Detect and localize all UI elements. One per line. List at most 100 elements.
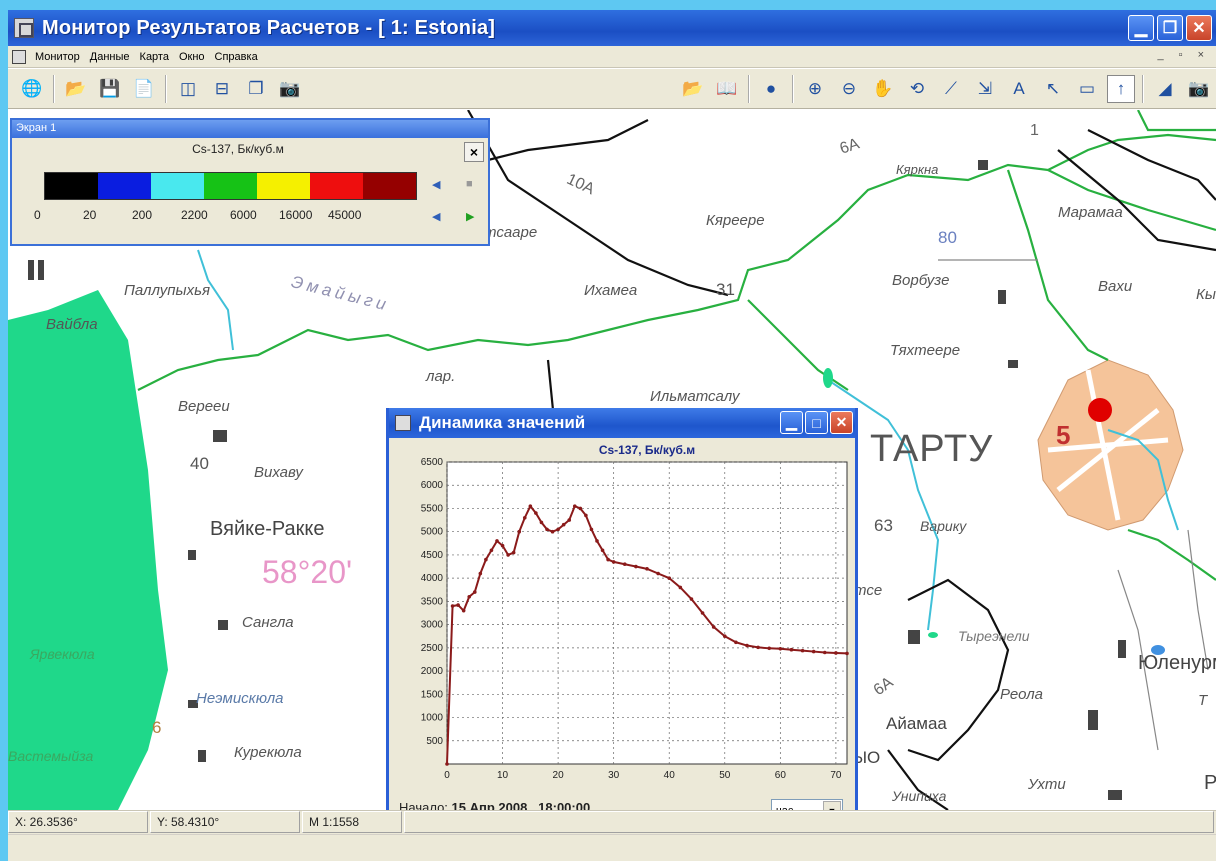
- toolbar: 🌐 📂 💾 📄 ◫ ⊟ ❐ 📷 📂 📖 ● ⊕ ⊖ ✋ ⟲ ⟋ ⇲ A ↖ ▭ …: [8, 69, 1216, 109]
- legend-threshold: 0: [34, 208, 41, 222]
- data-point: [778, 646, 783, 651]
- toolbar-separator: [792, 75, 794, 103]
- legend-swatches: [44, 172, 417, 200]
- maximize-button[interactable]: ❐: [1157, 15, 1183, 41]
- map-label: Юленурме: [1138, 652, 1216, 674]
- menu-window[interactable]: Окно: [174, 51, 210, 63]
- data-point: [578, 506, 583, 511]
- y-tick-label: 2500: [421, 643, 444, 654]
- data-point: [689, 597, 694, 601]
- tile-horizontal-icon[interactable]: ⊟: [208, 75, 236, 103]
- select-object-icon[interactable]: ⇲: [971, 75, 999, 103]
- globe-icon[interactable]: 🌐: [18, 75, 46, 103]
- menu-map[interactable]: Карта: [135, 51, 174, 63]
- screen-panel-title: Экран 1: [12, 120, 488, 138]
- map-label: Курекюла: [234, 744, 302, 761]
- legend-swatch: [204, 173, 257, 199]
- data-point: [789, 647, 794, 652]
- data-point: [711, 625, 716, 629]
- minimize-button[interactable]: ▁: [1128, 15, 1154, 41]
- data-point: [811, 649, 816, 654]
- legend-threshold: 6000: [230, 208, 257, 222]
- mdi-controls[interactable]: _ ▫ ×: [1157, 49, 1210, 61]
- document-icon[interactable]: [12, 49, 26, 64]
- camera-icon[interactable]: 📷: [276, 75, 304, 103]
- minimize-button[interactable]: ▁: [780, 411, 803, 434]
- data-point: [611, 560, 616, 564]
- map-label: Ярвекюла: [30, 646, 95, 662]
- map-label: тсааре: [484, 224, 538, 241]
- y-tick-label: 5000: [421, 527, 444, 538]
- arrow-up-icon[interactable]: ↑: [1107, 75, 1135, 103]
- save-icon[interactable]: 💾: [96, 75, 124, 103]
- menu-help[interactable]: Справка: [210, 51, 263, 63]
- book-icon[interactable]: 📖: [713, 75, 741, 103]
- bottom-bar: [8, 834, 1216, 861]
- camera-icon[interactable]: 📷: [1185, 75, 1213, 103]
- stop-icon[interactable]: ■: [466, 178, 473, 190]
- menu-monitor[interactable]: Монитор: [30, 51, 85, 63]
- title-bar[interactable]: Монитор Результатов Расчетов - [ 1: Esto…: [8, 10, 1216, 46]
- map-label: Р: [1204, 772, 1216, 794]
- data-point: [606, 557, 610, 562]
- map-label: Кяреере: [706, 212, 765, 229]
- pan-hand-icon[interactable]: ✋: [869, 75, 897, 103]
- legend-prev-icon[interactable]: ◀: [432, 178, 440, 191]
- open-layer-icon[interactable]: 📂: [679, 75, 707, 103]
- zoom-out-icon[interactable]: ⊖: [835, 75, 863, 103]
- app-icon: [395, 415, 411, 431]
- dynamics-window[interactable]: Динамика значений ▁ □ ✕ Cs-137, Бк/куб.м…: [386, 408, 858, 838]
- toolbar-separator: [165, 74, 167, 103]
- dynamics-title: Динамика значений: [419, 413, 586, 432]
- legend-swatch: [363, 173, 416, 199]
- play-icon[interactable]: ▶: [466, 210, 474, 223]
- cascade-icon[interactable]: ❐: [242, 75, 270, 103]
- dynamics-title-bar[interactable]: Динамика значений ▁ □ ✕: [389, 408, 855, 438]
- x-tick-label: 40: [664, 770, 676, 781]
- map-label: Неэмискюла: [196, 690, 284, 707]
- legend-threshold: 20: [83, 208, 97, 222]
- toolbar-separator: [53, 74, 55, 103]
- data-point: [745, 643, 749, 648]
- data-point: [556, 527, 560, 532]
- eraser-icon[interactable]: ◢: [1151, 75, 1179, 103]
- y-tick-label: 6000: [421, 480, 444, 491]
- data-point: [461, 608, 466, 613]
- data-point: [528, 504, 533, 508]
- zoom-in-icon[interactable]: ⊕: [801, 75, 829, 103]
- data-point: [550, 529, 555, 534]
- earth-icon[interactable]: ●: [757, 75, 785, 103]
- map-number: 63: [874, 516, 893, 535]
- open-folder-icon[interactable]: 📂: [62, 75, 90, 103]
- close-button[interactable]: ✕: [830, 411, 853, 434]
- plot-area: [446, 461, 848, 765]
- close-button[interactable]: ✕: [1186, 15, 1212, 41]
- maximize-button[interactable]: □: [805, 411, 828, 434]
- map-label: ТАРТУ: [870, 428, 994, 470]
- rotate-icon[interactable]: ⟲: [903, 75, 931, 103]
- map-number: 6: [152, 718, 162, 737]
- screen-panel[interactable]: Экран 1 Cs-137, Бк/куб.м × 0 20 200 2200 600…: [10, 118, 490, 246]
- measure-icon[interactable]: ⟋: [937, 75, 965, 103]
- road-number: 1: [1030, 122, 1039, 139]
- data-point: [534, 511, 538, 515]
- legend-close-button[interactable]: ×: [464, 142, 484, 162]
- map-label: Сангла: [242, 614, 294, 631]
- frame-icon[interactable]: ▭: [1073, 75, 1101, 103]
- map-label: 5: [1056, 420, 1071, 450]
- label-icon[interactable]: A: [1005, 75, 1033, 103]
- data-point: [600, 548, 605, 553]
- pointer-icon[interactable]: ↖: [1039, 75, 1067, 103]
- tile-vertical-icon[interactable]: ◫: [174, 75, 202, 103]
- menu-data[interactable]: Данные: [85, 51, 135, 63]
- data-point: [667, 576, 672, 580]
- legend-prev-icon[interactable]: ◀: [432, 210, 440, 223]
- legend-swatch: [45, 173, 98, 199]
- map-label: Марамаа: [1058, 204, 1123, 221]
- data-point: [495, 539, 499, 543]
- properties-icon[interactable]: 📄: [130, 75, 158, 103]
- legend-swatch: [151, 173, 204, 199]
- data-point: [472, 590, 477, 594]
- x-tick-label: 0: [444, 770, 450, 781]
- data-point: [634, 564, 638, 569]
